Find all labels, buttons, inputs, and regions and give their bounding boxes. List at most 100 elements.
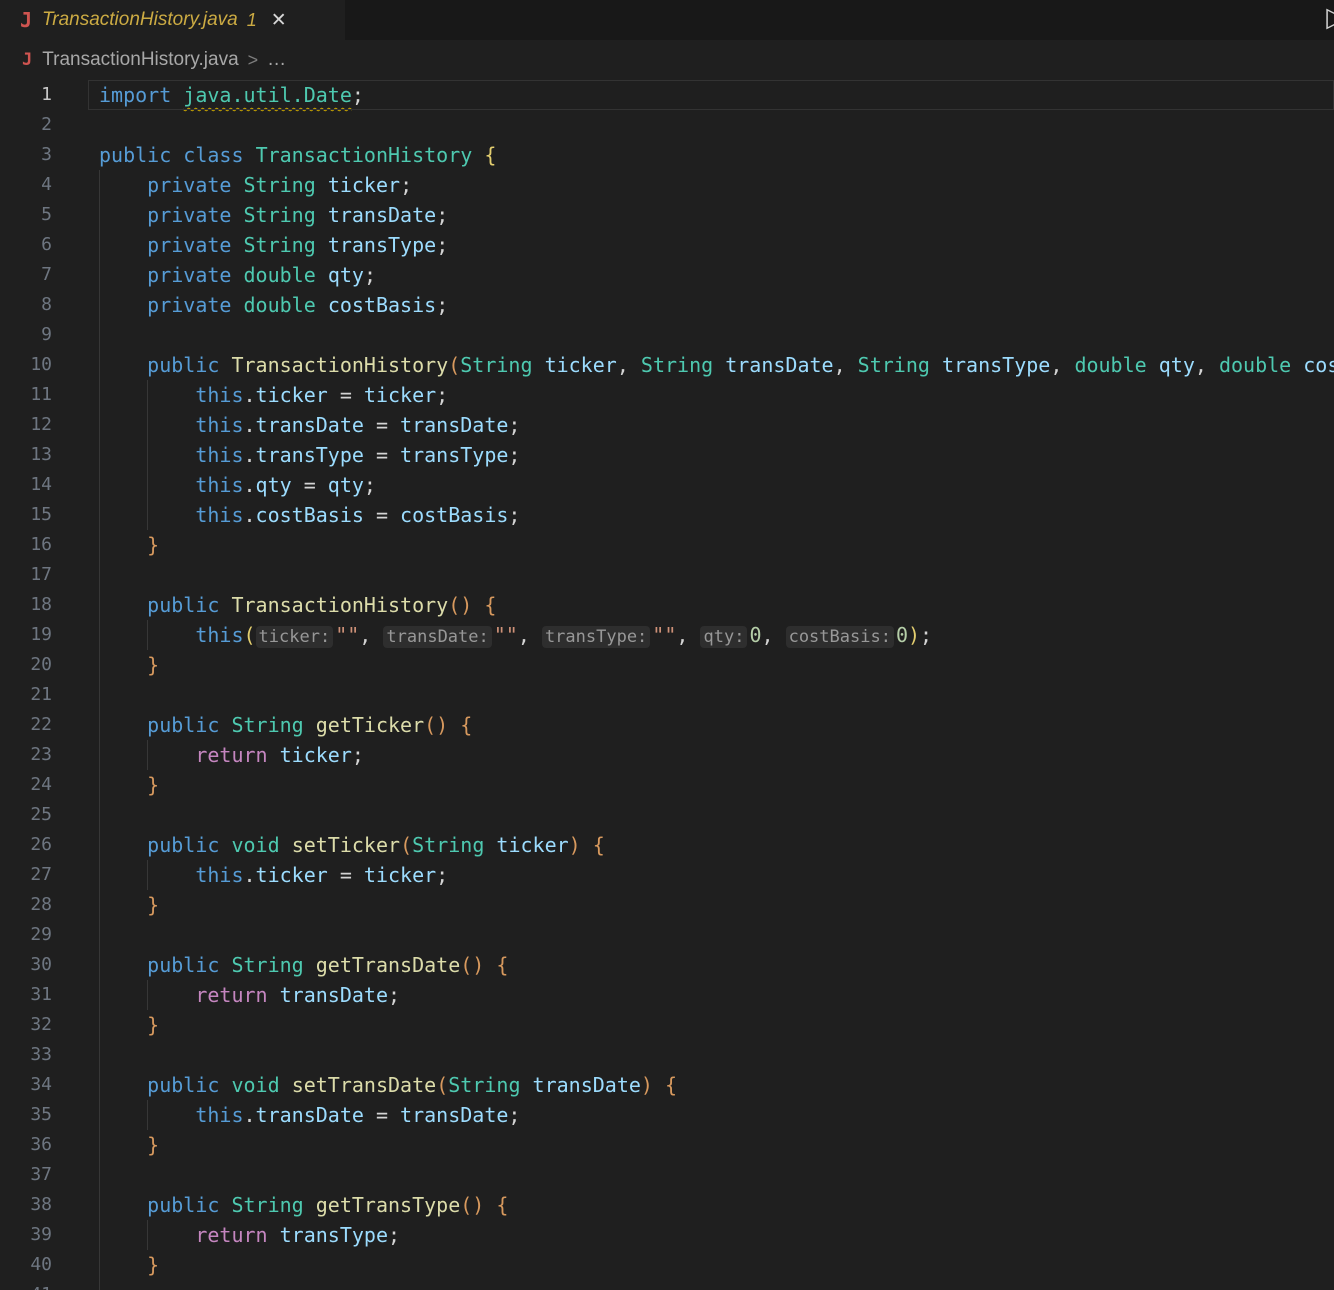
line-number[interactable]: 31 xyxy=(0,980,52,1010)
indent-guide xyxy=(99,860,100,890)
code-line-15[interactable]: 15 this.costBasis = costBasis; xyxy=(0,500,1334,530)
line-number[interactable]: 29 xyxy=(0,920,52,950)
line-number[interactable]: 4 xyxy=(0,170,52,200)
code-text: this.ticker = ticker; xyxy=(99,380,448,410)
code-line-41[interactable]: 41 xyxy=(0,1280,1334,1290)
line-number[interactable]: 20 xyxy=(0,650,52,680)
line-number[interactable]: 7 xyxy=(0,260,52,290)
line-number[interactable]: 6 xyxy=(0,230,52,260)
code-line-5[interactable]: 5 private String transDate; xyxy=(0,200,1334,230)
line-number[interactable]: 3 xyxy=(0,140,52,170)
line-number[interactable]: 36 xyxy=(0,1130,52,1160)
line-number[interactable]: 26 xyxy=(0,830,52,860)
code-line-10[interactable]: 10 public TransactionHistory(String tick… xyxy=(0,350,1334,380)
code-line-38[interactable]: 38 public String getTransType() { xyxy=(0,1190,1334,1220)
code-line-12[interactable]: 12 this.transDate = transDate; xyxy=(0,410,1334,440)
line-number[interactable]: 12 xyxy=(0,410,52,440)
line-number[interactable]: 28 xyxy=(0,890,52,920)
code-line-20[interactable]: 20 } xyxy=(0,650,1334,680)
breadcrumb-symbol-ellipsis[interactable]: … xyxy=(267,49,288,71)
line-number[interactable]: 32 xyxy=(0,1010,52,1040)
code-line-35[interactable]: 35 this.transDate = transDate; xyxy=(0,1100,1334,1130)
code-line-16[interactable]: 16 } xyxy=(0,530,1334,560)
breadcrumb-file[interactable]: TransactionHistory.java xyxy=(42,49,238,71)
line-number[interactable]: 8 xyxy=(0,290,52,320)
code-line-3[interactable]: 3public class TransactionHistory { xyxy=(0,140,1334,170)
code-line-31[interactable]: 31 return transDate; xyxy=(0,980,1334,1010)
close-icon[interactable]: ✕ xyxy=(271,11,287,30)
line-number[interactable]: 15 xyxy=(0,500,52,530)
code-line-24[interactable]: 24 } xyxy=(0,770,1334,800)
line-number[interactable]: 18 xyxy=(0,590,52,620)
line-number[interactable]: 11 xyxy=(0,380,52,410)
line-number[interactable]: 13 xyxy=(0,440,52,470)
code-line-40[interactable]: 40 } xyxy=(0,1250,1334,1280)
code-line-2[interactable]: 2 xyxy=(0,110,1334,140)
code-line-27[interactable]: 27 this.ticker = ticker; xyxy=(0,860,1334,890)
line-number[interactable]: 19 xyxy=(0,620,52,650)
code-line-34[interactable]: 34 public void setTransDate(String trans… xyxy=(0,1070,1334,1100)
line-number[interactable]: 39 xyxy=(0,1220,52,1250)
breadcrumb[interactable]: J TransactionHistory.java > … xyxy=(0,40,1334,80)
line-number[interactable]: 40 xyxy=(0,1250,52,1280)
line-number[interactable]: 30 xyxy=(0,950,52,980)
indent-guide xyxy=(99,1280,100,1290)
code-line-13[interactable]: 13 this.transType = transType; xyxy=(0,440,1334,470)
code-line-39[interactable]: 39 return transType; xyxy=(0,1220,1334,1250)
code-line-22[interactable]: 22 public String getTicker() { xyxy=(0,710,1334,740)
indent-guide xyxy=(99,1250,100,1280)
line-number[interactable]: 34 xyxy=(0,1070,52,1100)
line-number[interactable]: 22 xyxy=(0,710,52,740)
code-text: public TransactionHistory() { xyxy=(99,590,496,620)
code-line-25[interactable]: 25 xyxy=(0,800,1334,830)
code-line-9[interactable]: 9 xyxy=(0,320,1334,350)
line-number[interactable]: 21 xyxy=(0,680,52,710)
code-line-36[interactable]: 36 } xyxy=(0,1130,1334,1160)
code-line-7[interactable]: 7 private double qty; xyxy=(0,260,1334,290)
code-line-37[interactable]: 37 xyxy=(0,1160,1334,1190)
code-line-4[interactable]: 4 private String ticker; xyxy=(0,170,1334,200)
line-number[interactable]: 2 xyxy=(0,110,52,140)
code-line-26[interactable]: 26 public void setTicker(String ticker) … xyxy=(0,830,1334,860)
line-number[interactable]: 5 xyxy=(0,200,52,230)
code-editor[interactable]: 1import java.util.Date;23public class Tr… xyxy=(0,80,1334,1290)
indent-guide xyxy=(99,1040,100,1070)
code-line-14[interactable]: 14 this.qty = qty; xyxy=(0,470,1334,500)
line-number[interactable]: 14 xyxy=(0,470,52,500)
code-line-21[interactable]: 21 xyxy=(0,680,1334,710)
line-number[interactable]: 17 xyxy=(0,560,52,590)
line-number[interactable]: 25 xyxy=(0,800,52,830)
code-line-33[interactable]: 33 xyxy=(0,1040,1334,1070)
code-line-11[interactable]: 11 this.ticker = ticker; xyxy=(0,380,1334,410)
line-number[interactable]: 23 xyxy=(0,740,52,770)
line-number[interactable]: 41 xyxy=(0,1280,52,1290)
line-number[interactable]: 38 xyxy=(0,1190,52,1220)
code-line-1[interactable]: 1import java.util.Date; xyxy=(0,80,1334,110)
run-icon[interactable]: ▷ xyxy=(1326,2,1334,32)
code-text: } xyxy=(99,890,159,920)
line-number[interactable]: 16 xyxy=(0,530,52,560)
indent-guide xyxy=(147,500,148,530)
code-line-6[interactable]: 6 private String transType; xyxy=(0,230,1334,260)
line-number[interactable]: 1 xyxy=(0,80,52,110)
code-line-29[interactable]: 29 xyxy=(0,920,1334,950)
code-line-8[interactable]: 8 private double costBasis; xyxy=(0,290,1334,320)
line-number[interactable]: 35 xyxy=(0,1100,52,1130)
line-number[interactable]: 27 xyxy=(0,860,52,890)
line-number[interactable]: 10 xyxy=(0,350,52,380)
code-line-17[interactable]: 17 xyxy=(0,560,1334,590)
tab-transactionhistory-java[interactable]: J TransactionHistory.java 1 ✕ xyxy=(0,0,345,40)
code-line-19[interactable]: 19 this(ticker:"", transDate:"", transTy… xyxy=(0,620,1334,650)
line-number[interactable]: 37 xyxy=(0,1160,52,1190)
code-line-23[interactable]: 23 return ticker; xyxy=(0,740,1334,770)
code-line-18[interactable]: 18 public TransactionHistory() { xyxy=(0,590,1334,620)
line-number[interactable]: 33 xyxy=(0,1040,52,1070)
code-line-32[interactable]: 32 } xyxy=(0,1010,1334,1040)
indent-guide xyxy=(99,800,100,830)
code-line-30[interactable]: 30 public String getTransDate() { xyxy=(0,950,1334,980)
indent-guide xyxy=(99,440,100,470)
line-number[interactable]: 9 xyxy=(0,320,52,350)
code-line-28[interactable]: 28 } xyxy=(0,890,1334,920)
indent-guide xyxy=(147,380,148,410)
line-number[interactable]: 24 xyxy=(0,770,52,800)
